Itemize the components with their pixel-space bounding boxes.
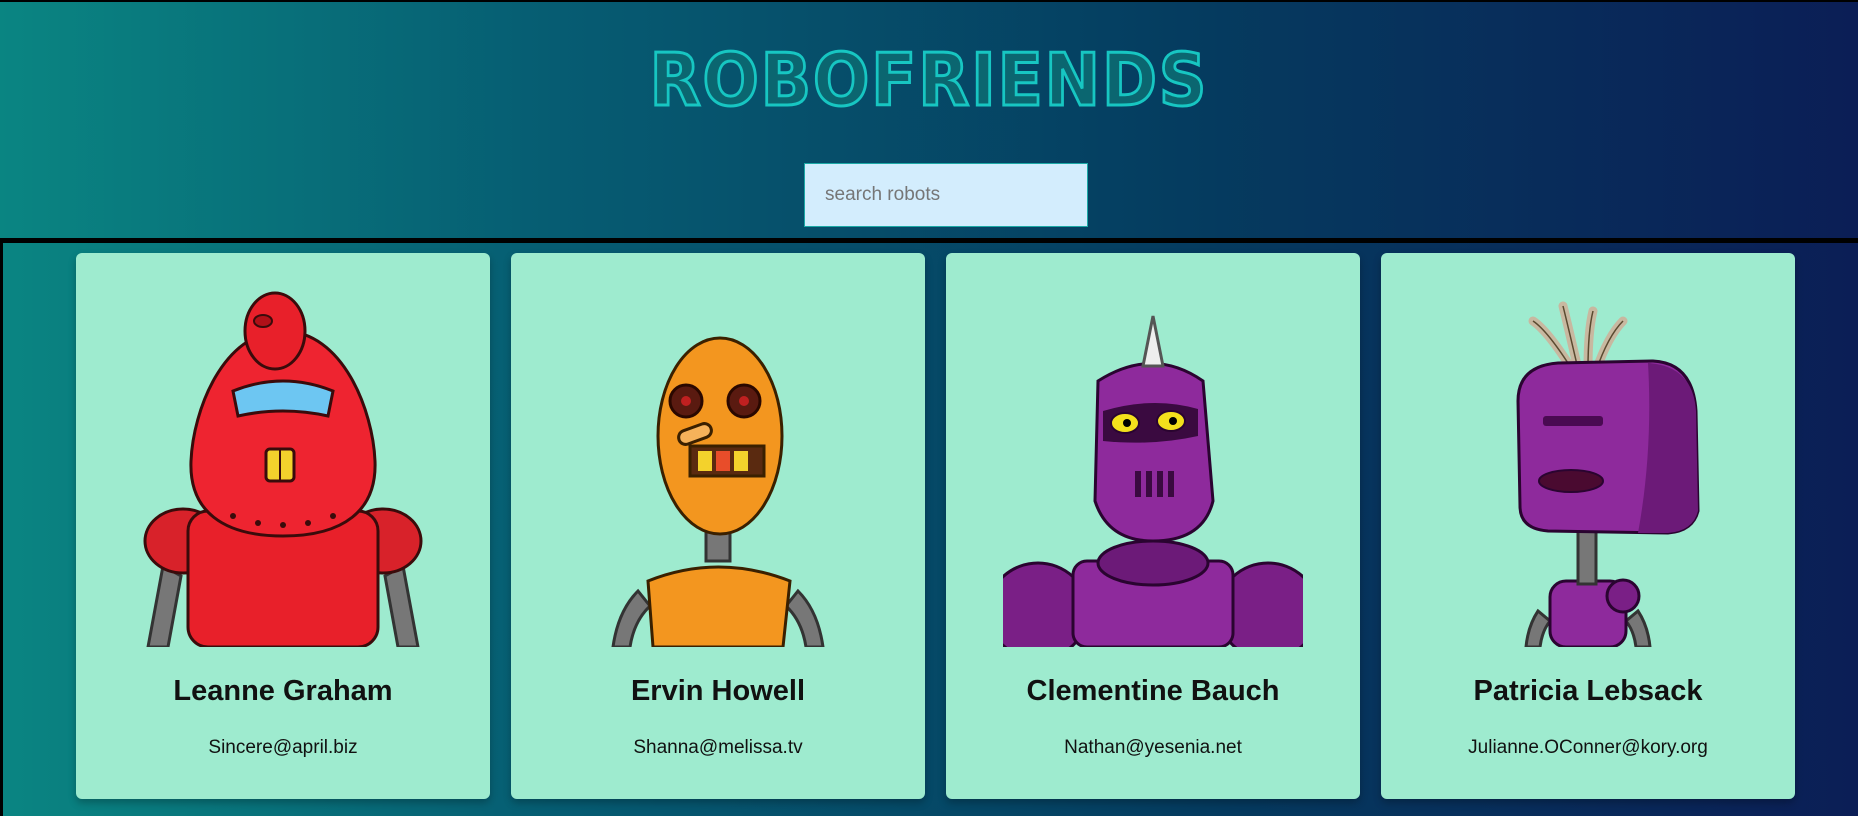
app-title: ROBOFRIENDS: [648, 38, 1209, 122]
purple-robot-icon: [1003, 315, 1303, 647]
robot-email: Nathan@yesenia.net: [1064, 737, 1242, 758]
robot-name: Clementine Bauch: [1026, 675, 1280, 707]
search-input[interactable]: [804, 163, 1088, 227]
card-list: Leanne Graham Sincere@april.biz Ervin Ho…: [76, 253, 1796, 801]
header-divider: [0, 238, 1858, 243]
robot-card[interactable]: Patricia Lebsack Julianne.OConner@kory.o…: [1381, 253, 1795, 799]
red-robot-icon: [143, 291, 423, 647]
left-border: [0, 238, 3, 816]
robot-email: Sincere@april.biz: [208, 737, 358, 758]
robot-name: Ervin Howell: [630, 675, 806, 707]
orange-robot-icon: [611, 336, 825, 647]
robot-email: Julianne.OConner@kory.org: [1468, 737, 1708, 758]
robot-email: Shanna@melissa.tv: [633, 737, 803, 758]
robot-card[interactable]: Ervin Howell Shanna@melissa.tv: [511, 253, 925, 799]
robot-name: Leanne Graham: [173, 675, 393, 707]
robot-card[interactable]: Clementine Bauch Nathan@yesenia.net: [946, 253, 1360, 799]
app-header: ROBOFRIENDS ROBOFRIENDS: [0, 0, 1858, 238]
purple-box-robot-icon: [1516, 301, 1700, 647]
robot-name: Patricia Lebsack: [1473, 675, 1703, 707]
robot-card[interactable]: Leanne Graham Sincere@april.biz: [76, 253, 490, 799]
